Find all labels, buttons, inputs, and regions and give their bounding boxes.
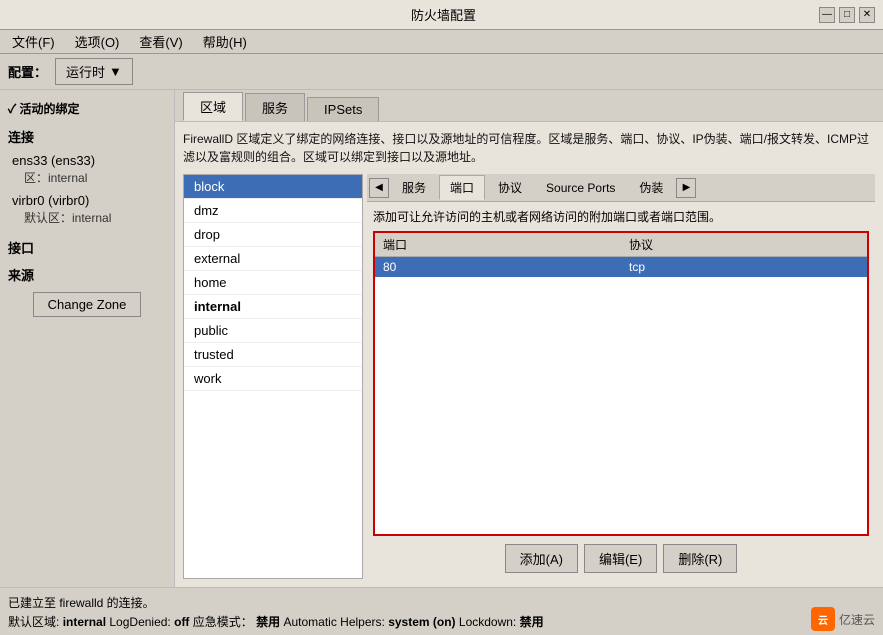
port-description: 添加可让允许访问的主机或者网络访问的附加端口或者端口范围。	[373, 208, 869, 225]
zone-home[interactable]: home	[184, 271, 362, 295]
table-row[interactable]: 80 tcp	[375, 257, 867, 278]
main-content-panel: FirewallD 区域定义了绑定的网络连接、接口以及源地址的可信程度。区域是服…	[175, 122, 883, 587]
minimize-button[interactable]: —	[819, 7, 835, 23]
zone-dmz[interactable]: dmz	[184, 199, 362, 223]
virbr0-sub: 默认区：internal	[12, 208, 162, 227]
tabs-row: 区域 服务 IPSets	[175, 90, 883, 122]
zone-details: ◀ 服务 端口 协议 Source Ports 伪装 ▶ 添加可让允许访问的主机…	[367, 174, 875, 579]
sub-tabs-row: ◀ 服务 端口 协议 Source Ports 伪装 ▶	[367, 174, 875, 202]
tab-service[interactable]: 服务	[245, 93, 305, 121]
subtab-masquerade[interactable]: 伪装	[628, 175, 674, 200]
close-button[interactable]: ✕	[859, 7, 875, 23]
menu-view[interactable]: 查看(V)	[131, 30, 190, 53]
port-table: 端口 协议 80 tcp	[375, 233, 867, 277]
zone-public[interactable]: public	[184, 319, 362, 343]
dropdown-arrow: ▼	[109, 64, 122, 79]
emergency-label: 应急模式：	[193, 615, 253, 629]
delete-button[interactable]: 删除(R)	[663, 544, 737, 573]
virbr0-label: virbr0 (virbr0)	[12, 193, 162, 208]
tab-ipsets[interactable]: IPSets	[307, 97, 379, 121]
window-title: 防火墙配置	[68, 5, 819, 24]
watermark-text: 亿速云	[839, 611, 875, 628]
subtab-service[interactable]: 服务	[391, 175, 437, 200]
source-title: 来源	[4, 265, 170, 284]
active-binding-label: ✓ 活动的绑定	[4, 98, 170, 119]
runtime-label: 运行时	[66, 62, 105, 81]
subtab-port[interactable]: 端口	[439, 175, 485, 200]
port-value: 80	[375, 257, 621, 278]
menu-options[interactable]: 选项(O)	[67, 30, 128, 53]
sidebar-ens33[interactable]: ens33 (ens33) 区：internal	[4, 150, 170, 190]
subtab-protocol[interactable]: 协议	[487, 175, 533, 200]
toolbar: 配置： 运行时 ▼	[0, 54, 883, 90]
sidebar-connections-section: 连接 ens33 (ens33) 区：internal virbr0 (virb…	[4, 127, 170, 230]
menu-bar: 文件(F) 选项(O) 查看(V) 帮助(H)	[0, 30, 883, 54]
sidebar: ✓ 活动的绑定 连接 ens33 (ens33) 区：internal virb…	[0, 90, 175, 587]
content-area: 区域 服务 IPSets FirewallD 区域定义了绑定的网络连接、接口以及…	[175, 90, 883, 587]
split-layout: block dmz drop external home internal pu…	[183, 174, 875, 579]
menu-file[interactable]: 文件(F)	[4, 30, 63, 53]
interface-title: 接口	[4, 238, 170, 257]
ens33-sub: 区：internal	[12, 168, 162, 187]
watermark-icon-text: 云	[818, 612, 828, 627]
lockdown-value: 禁用	[520, 615, 544, 629]
zone-work[interactable]: work	[184, 367, 362, 391]
zone-drop[interactable]: drop	[184, 223, 362, 247]
status-line2: 默认区域: internal LogDenied: off 应急模式： 禁用 A…	[8, 613, 875, 630]
port-table-wrapper: 端口 协议 80 tcp	[373, 231, 869, 536]
log-denied-label: LogDenied:	[109, 615, 170, 629]
subtab-left-arrow[interactable]: ◀	[369, 178, 389, 198]
change-zone-button[interactable]: Change Zone	[33, 292, 142, 317]
port-col-header: 端口	[375, 233, 621, 257]
menu-help[interactable]: 帮助(H)	[195, 30, 255, 53]
watermark: 云 亿速云	[811, 607, 875, 631]
tab-zone[interactable]: 区域	[183, 92, 243, 121]
action-buttons: 添加(A) 编辑(E) 删除(R)	[373, 544, 869, 573]
watermark-icon: 云	[811, 607, 835, 631]
zone-trusted[interactable]: trusted	[184, 343, 362, 367]
port-content: 添加可让允许访问的主机或者网络访问的附加端口或者端口范围。 端口 协议	[367, 202, 875, 579]
title-bar: 防火墙配置 — □ ✕	[0, 0, 883, 30]
default-zone-value: internal	[63, 615, 110, 629]
maximize-button[interactable]: □	[839, 7, 855, 23]
status-line1: 已建立至 firewalld 的连接。	[8, 594, 875, 611]
lockdown-label: Lockdown:	[459, 615, 516, 629]
edit-button[interactable]: 编辑(E)	[584, 544, 657, 573]
zone-external[interactable]: external	[184, 247, 362, 271]
sidebar-source-section: 来源	[4, 265, 170, 284]
protocol-value: tcp	[621, 257, 867, 278]
subtab-source-ports[interactable]: Source Ports	[535, 177, 626, 199]
default-zone-label: 默认区域:	[8, 615, 59, 629]
add-button[interactable]: 添加(A)	[505, 544, 578, 573]
protocol-col-header: 协议	[621, 233, 867, 257]
connections-title: 连接	[4, 127, 170, 146]
runtime-dropdown[interactable]: 运行时 ▼	[55, 58, 133, 85]
zone-internal[interactable]: internal	[184, 295, 362, 319]
zone-block[interactable]: block	[184, 175, 362, 199]
sidebar-virbr0[interactable]: virbr0 (virbr0) 默认区：internal	[4, 190, 170, 230]
change-zone-container: Change Zone	[4, 292, 170, 317]
zone-list: block dmz drop external home internal pu…	[183, 174, 363, 579]
auto-helpers-label: Automatic Helpers:	[283, 615, 384, 629]
auto-helpers-value: system (on)	[388, 615, 459, 629]
subtab-right-arrow[interactable]: ▶	[676, 178, 696, 198]
status-bar: 已建立至 firewalld 的连接。 默认区域: internal LogDe…	[0, 587, 883, 635]
sidebar-interface-section: 接口	[4, 238, 170, 257]
config-label: 配置：	[8, 62, 47, 81]
zone-description: FirewallD 区域定义了绑定的网络连接、接口以及源地址的可信程度。区域是服…	[183, 130, 875, 166]
emergency-value: 禁用	[256, 615, 280, 629]
log-denied-value: off	[174, 615, 193, 629]
port-table-header-row: 端口 协议	[375, 233, 867, 257]
window-controls: — □ ✕	[819, 7, 875, 23]
ens33-label: ens33 (ens33)	[12, 153, 162, 168]
